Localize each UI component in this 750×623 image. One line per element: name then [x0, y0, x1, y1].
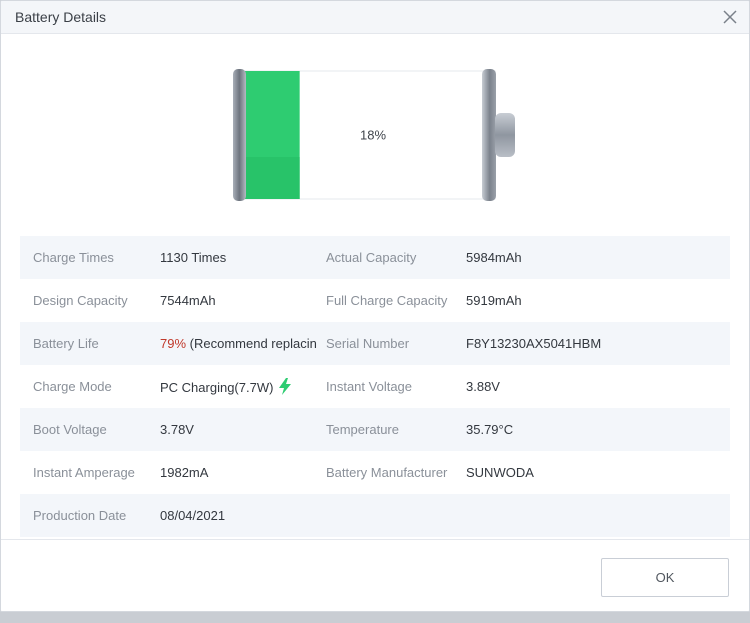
label-production-date: Production Date	[33, 508, 127, 523]
battery-life-note: (Recommend replacin	[186, 336, 317, 351]
label-instant-voltage: Instant Voltage	[326, 379, 413, 394]
label-battery-life: Battery Life	[33, 336, 99, 351]
value-actual-capacity: 5984mAh	[466, 250, 522, 265]
battery-percentage: 18%	[359, 127, 387, 143]
battery-info-table: Charge Times 1130 Times Actual Capacity …	[20, 236, 730, 537]
dialog-footer: OK	[1, 539, 749, 611]
background-window	[0, 612, 750, 623]
value-temperature: 35.79°C	[466, 422, 514, 437]
close-button[interactable]	[721, 8, 739, 26]
value-charge-mode: PC Charging(7.7W)	[160, 378, 326, 395]
label-charge-mode: Charge Mode	[33, 379, 112, 394]
value-charge-times: 1130 Times	[160, 250, 227, 265]
ok-button[interactable]: OK	[601, 558, 729, 597]
table-row: Boot Voltage 3.78V Temperature 35.79°C	[20, 408, 730, 451]
value-design-capacity: 7544mAh	[160, 293, 216, 308]
table-row: Design Capacity 7544mAh Full Charge Capa…	[20, 279, 730, 322]
label-charge-times: Charge Times	[33, 250, 114, 265]
value-battery-manufacturer: SUNWODA	[466, 465, 534, 480]
value-battery-life: 79% (Recommend replacin	[160, 336, 326, 351]
label-design-capacity: Design Capacity	[33, 293, 128, 308]
label-battery-manufacturer: Battery Manufacturer	[326, 465, 448, 480]
dialog-title: Battery Details	[15, 9, 107, 25]
value-serial-number: F8Y13230AX5041HBM	[466, 336, 602, 351]
value-full-charge-capacity: 5919mAh	[466, 293, 522, 308]
label-instant-amperage: Instant Amperage	[33, 465, 135, 480]
value-boot-voltage: 3.78V	[160, 422, 194, 437]
lightning-bolt-icon	[279, 378, 292, 395]
table-row: Battery Life 79% (Recommend replacin Ser…	[20, 322, 730, 365]
charge-mode-text: PC Charging(7.7W)	[160, 380, 274, 395]
value-instant-voltage: 3.88V	[466, 379, 500, 394]
table-row: Production Date 08/04/2021	[20, 494, 730, 537]
close-icon	[723, 10, 737, 24]
label-serial-number: Serial Number	[326, 336, 410, 351]
title-bar: Battery Details	[1, 1, 749, 34]
table-row: Charge Times 1130 Times Actual Capacity …	[20, 236, 730, 279]
label-actual-capacity: Actual Capacity	[326, 250, 417, 265]
table-row: Charge Mode PC Charging(7.7W) Instant Vo…	[20, 365, 730, 408]
battery-life-percent: 79%	[160, 336, 187, 351]
value-instant-amperage: 1982mA	[160, 465, 209, 480]
value-production-date: 08/04/2021	[160, 508, 226, 523]
battery-details-dialog: Battery Details 18% Charge Times 1130 Ti…	[0, 0, 750, 612]
label-full-charge-capacity: Full Charge Capacity	[326, 293, 448, 308]
label-temperature: Temperature	[326, 422, 399, 437]
label-boot-voltage: Boot Voltage	[33, 422, 107, 437]
table-row: Instant Amperage 1982mA Battery Manufact…	[20, 451, 730, 494]
